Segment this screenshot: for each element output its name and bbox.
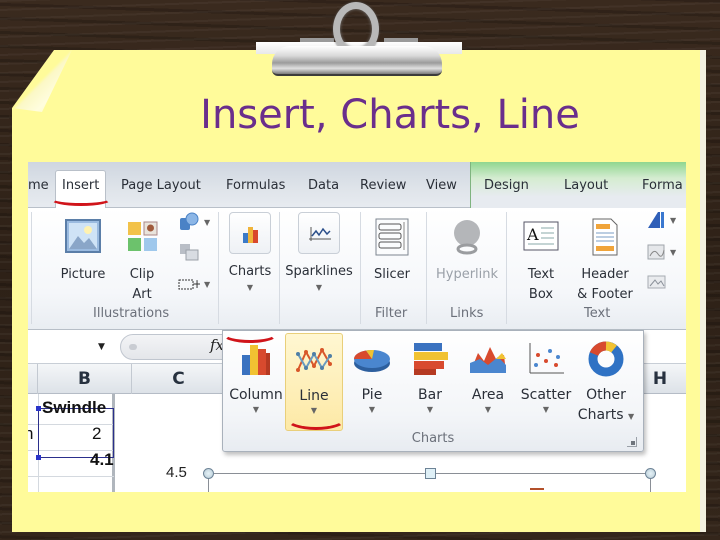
column-chart-button[interactable]: Column ▼: [227, 333, 285, 431]
area-chart-button[interactable]: Area ▼: [459, 333, 517, 431]
scatter-dropdown-icon: ▼: [542, 405, 550, 414]
bar-dropdown-icon: ▼: [426, 405, 434, 414]
screenshot-dropdown-icon[interactable]: ▼: [204, 280, 210, 289]
text-box-icon: A: [520, 216, 562, 258]
tab-formulas[interactable]: Formulas: [220, 174, 291, 208]
hyperlink-button[interactable]: Hyperlink: [432, 216, 502, 285]
svg-text:A: A: [526, 225, 539, 244]
smartart-button[interactable]: [178, 242, 200, 261]
scatter-chart-icon: [524, 339, 568, 379]
charts-dropdown-icon: ▼: [246, 283, 254, 292]
pen-mark-insert: [50, 192, 112, 206]
picture-icon: [62, 216, 104, 258]
pie-chart-button[interactable]: Pie ▼: [343, 333, 401, 431]
ribbon: Picture Clip Art ▼ + ▼ Illustrations Cha…: [28, 208, 686, 343]
column-header-b[interactable]: B: [38, 364, 132, 394]
chart-resize-handle-top[interactable]: [425, 468, 436, 479]
column-dropdown-icon: ▼: [252, 405, 260, 414]
charts-gallery-dropdown: Column ▼ Line ▼ Pie ▼ Bar ▼ Area ▼ Scatt…: [222, 330, 644, 452]
signature-dropdown-icon[interactable]: ▼: [670, 248, 676, 257]
header-footer-icon: [584, 216, 626, 258]
object-button[interactable]: [646, 272, 668, 290]
tab-page-layout[interactable]: Page Layout: [115, 174, 207, 208]
screenshot-button[interactable]: +: [178, 274, 202, 292]
sparklines-icon: [298, 212, 340, 254]
scatter-chart-button[interactable]: Scatter ▼: [517, 333, 575, 431]
tab-layout[interactable]: Layout: [558, 174, 614, 208]
y-axis-tick-label: 4.5: [166, 464, 187, 481]
clip-tab-right: [384, 38, 418, 42]
area-dropdown-icon: ▼: [484, 405, 492, 414]
tab-review[interactable]: Review: [354, 174, 412, 208]
tab-data[interactable]: Data: [302, 174, 345, 208]
svg-text:+: +: [192, 277, 200, 291]
pie-dropdown-icon: ▼: [368, 405, 376, 414]
gallery-group-label: Charts: [411, 431, 455, 446]
signature-line-button[interactable]: [646, 242, 668, 260]
clip-art-icon: [122, 216, 164, 258]
slicer-button[interactable]: Slicer: [368, 216, 416, 285]
tab-view[interactable]: View: [420, 174, 463, 208]
chart-resize-handle-top-right[interactable]: [645, 468, 656, 479]
text-box-button[interactable]: A Text Box: [518, 216, 564, 305]
group-label-illustrations: Illustrations: [93, 306, 170, 321]
cell-b1[interactable]: Swindle: [42, 398, 106, 418]
pie-chart-icon: [350, 339, 394, 379]
column-header-c[interactable]: C: [132, 364, 226, 394]
group-label-filter: Filter: [375, 306, 408, 321]
binder-clip-icon: [272, 46, 442, 76]
charts-icon: [229, 212, 271, 254]
shapes-button[interactable]: [178, 212, 200, 230]
tab-design[interactable]: Design: [478, 174, 535, 208]
shapes-dropdown-icon[interactable]: ▼: [204, 218, 210, 227]
sparklines-dropdown-icon: ▼: [315, 283, 323, 292]
cell-b2[interactable]: 2: [92, 424, 101, 444]
column-chart-icon: [234, 339, 278, 379]
hyperlink-globe-icon: [446, 216, 488, 258]
line-chart-frame[interactable]: 4.5: [28, 452, 686, 492]
slide-title: Insert, Charts, Line: [200, 92, 580, 138]
sparklines-button[interactable]: Sparklines ▼: [284, 212, 354, 294]
header-footer-button[interactable]: Header & Footer: [574, 216, 636, 305]
group-label-links: Links: [450, 306, 484, 321]
clip-tab-left: [300, 38, 334, 42]
clip-art-button[interactable]: Clip Art: [122, 216, 162, 305]
ribbon-tab-bar: me Insert Page Layout Formulas Data Revi…: [28, 162, 686, 209]
name-box-dropdown-icon[interactable]: ▼: [98, 342, 105, 352]
excel-screenshot: me Insert Page Layout Formulas Data Revi…: [28, 162, 686, 492]
charts-button[interactable]: Charts ▼: [224, 212, 276, 294]
tab-home[interactable]: me: [28, 174, 55, 208]
range-handle[interactable]: [36, 406, 41, 411]
cell-a2[interactable]: n: [28, 424, 33, 444]
tab-format[interactable]: Forma: [636, 174, 686, 208]
chart-resize-handle-top-left[interactable]: [203, 468, 214, 479]
wordart-button[interactable]: [646, 210, 668, 228]
dialog-launcher-icon[interactable]: [627, 437, 637, 447]
wordart-dropdown-icon[interactable]: ▼: [670, 216, 676, 225]
line-chart-icon: [292, 340, 336, 380]
area-chart-icon: [466, 339, 510, 379]
picture-button[interactable]: Picture: [58, 216, 108, 285]
group-label-text: Text: [584, 306, 611, 321]
bar-chart-button[interactable]: Bar ▼: [401, 333, 459, 431]
pen-mark-line: [286, 408, 346, 430]
bar-chart-icon: [408, 339, 452, 379]
slicer-icon: [371, 216, 413, 258]
other-charts-button[interactable]: Other Charts ▼: [577, 333, 635, 431]
chart-series-mark: [530, 488, 544, 490]
doughnut-chart-icon: [584, 339, 628, 379]
pen-mark-charts: [222, 325, 278, 343]
other-charts-dropdown-icon: ▼: [628, 412, 635, 421]
